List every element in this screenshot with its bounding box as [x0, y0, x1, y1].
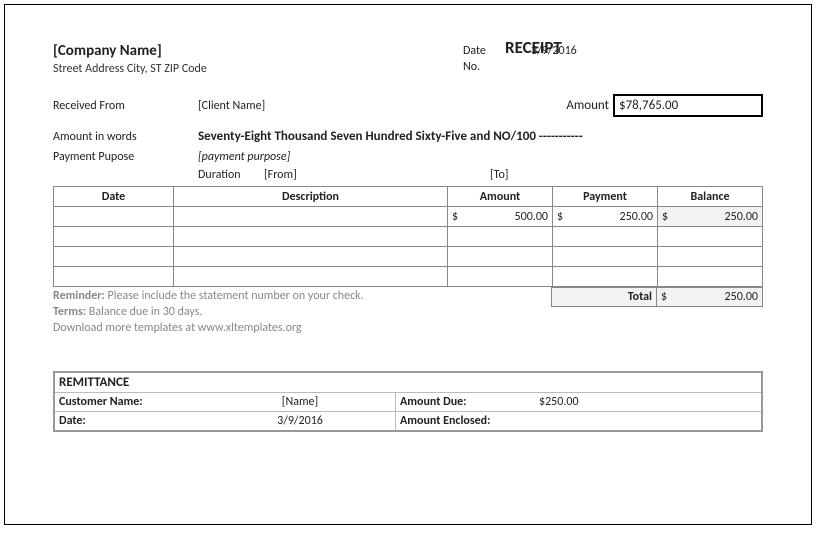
amount-words-label: Amount in words	[53, 130, 198, 144]
terms-label: Terms:	[53, 305, 86, 319]
duration-from: [From]	[264, 168, 484, 182]
remit-date-value: 3/9/2016	[205, 412, 395, 430]
terms-text: Balance due in 30 days.	[86, 305, 202, 319]
remit-customer-value: [Name]	[205, 393, 395, 411]
company-name: [Company Name]	[53, 42, 207, 60]
reminder-text: Please include the statement number on y…	[105, 289, 364, 303]
col-description: Description	[174, 187, 448, 207]
cell-amount	[448, 267, 553, 287]
cell-balance	[658, 227, 763, 247]
no-value	[531, 60, 577, 76]
cell-balance	[658, 247, 763, 267]
received-from-label: Received From	[53, 99, 198, 113]
amount-words-value: Seventy-Eight Thousand Seven Hundred Six…	[198, 129, 763, 144]
total-value: $ 250.00	[657, 287, 763, 307]
download-line: Download more templates at www.xltemplat…	[53, 321, 551, 335]
table-row: $500.00$250.00$250.00	[54, 207, 763, 227]
table-row	[54, 247, 763, 267]
cell-desc	[174, 267, 448, 287]
col-amount: Amount	[448, 187, 553, 207]
no-label: No.	[463, 60, 501, 76]
cell-amount	[448, 247, 553, 267]
remit-amount-due-label: Amount Due:	[395, 393, 535, 411]
remit-enclosed-value	[535, 412, 761, 430]
date-value: 3/9/2016	[531, 44, 577, 60]
total-sym: $	[661, 290, 667, 304]
date-label: Date	[463, 44, 501, 60]
cell-balance: $250.00	[658, 207, 763, 227]
remit-date-label: Date:	[55, 412, 205, 430]
payment-purpose-label: Payment Pupose	[53, 150, 198, 164]
received-from-value: [Client Name]	[198, 99, 566, 113]
remit-enclosed-label: Amount Enclosed:	[395, 412, 535, 430]
company-address: Street Address City, ST ZIP Code	[53, 62, 207, 76]
table-row	[54, 227, 763, 247]
amount-box: $78,765.00	[613, 94, 763, 117]
cell-date	[54, 267, 174, 287]
cell-payment: $250.00	[553, 207, 658, 227]
cell-balance	[658, 267, 763, 287]
cell-desc	[174, 227, 448, 247]
table-row	[54, 267, 763, 287]
terms-line: Terms: Balance due in 30 days.	[53, 305, 551, 319]
remit-customer-label: Customer Name:	[55, 393, 205, 411]
payment-purpose-value: [payment purpose]	[198, 150, 290, 164]
total-label: Total	[551, 287, 657, 307]
col-balance: Balance	[658, 187, 763, 207]
cell-date	[54, 207, 174, 227]
cell-amount: $500.00	[448, 207, 553, 227]
remit-amount-due-value: $250.00	[535, 393, 761, 411]
duration-label: Duration	[198, 168, 258, 182]
cell-desc	[174, 207, 448, 227]
cell-amount	[448, 227, 553, 247]
remittance-title: REMITTANCE	[55, 373, 761, 393]
cell-payment	[553, 247, 658, 267]
reminder-line: Reminder: Please include the statement n…	[53, 289, 551, 303]
cell-payment	[553, 267, 658, 287]
cell-date	[54, 227, 174, 247]
cell-payment	[553, 227, 658, 247]
cell-date	[54, 247, 174, 267]
receipt-page: [Company Name] Street Address City, ST Z…	[4, 4, 812, 525]
col-payment: Payment	[553, 187, 658, 207]
total-num: 250.00	[725, 290, 758, 304]
duration-to: [To]	[490, 168, 508, 182]
cell-desc	[174, 247, 448, 267]
line-items-table: Date Description Amount Payment Balance …	[53, 186, 763, 287]
col-date: Date	[54, 187, 174, 207]
reminder-label: Reminder:	[53, 289, 105, 303]
amount-label: Amount	[566, 98, 609, 113]
remittance-box: REMITTANCE Customer Name: [Name] Amount …	[53, 371, 763, 432]
